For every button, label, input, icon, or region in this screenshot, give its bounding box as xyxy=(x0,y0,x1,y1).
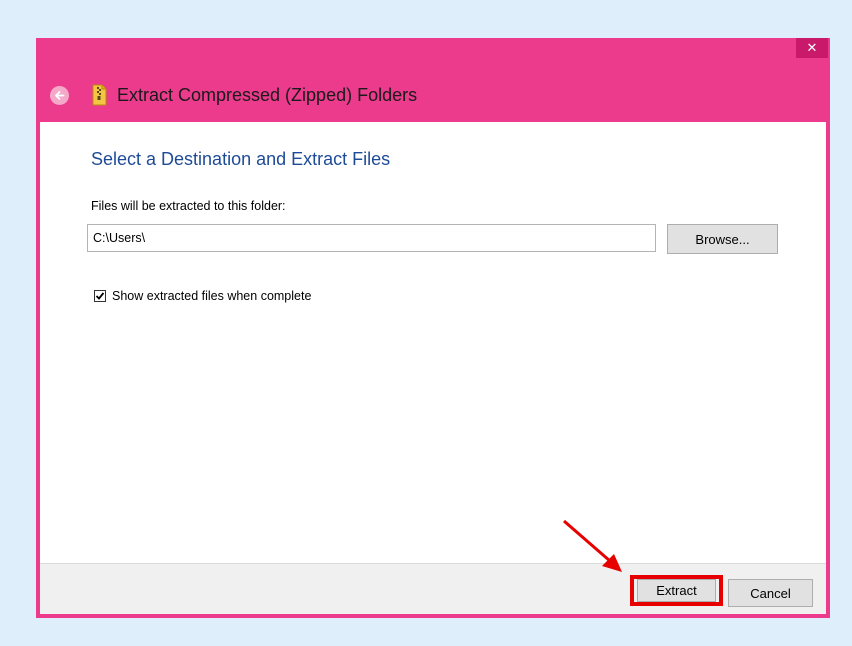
extract-button[interactable]: Extract xyxy=(637,579,716,602)
close-icon: ✕ xyxy=(806,40,818,55)
show-files-checkbox[interactable] xyxy=(94,290,106,302)
back-arrow-icon xyxy=(55,91,65,100)
extract-dialog-window: ✕ Extract Compressed (Zipped) Folders Se… xyxy=(36,38,830,618)
destination-label: Files will be extracted to this folder: xyxy=(91,199,286,213)
destination-path-input[interactable] xyxy=(87,224,656,252)
checkmark-icon xyxy=(95,292,105,300)
show-files-option[interactable]: Show extracted files when complete xyxy=(94,289,311,303)
show-files-label: Show extracted files when complete xyxy=(112,289,312,303)
window-title: Extract Compressed (Zipped) Folders xyxy=(117,85,418,105)
dialog-content: Select a Destination and Extract Files F… xyxy=(40,122,826,563)
browse-button[interactable]: Browse... xyxy=(667,224,778,254)
dialog-footer: Extract Cancel xyxy=(40,563,826,614)
page-heading: Select a Destination and Extract Files xyxy=(91,149,391,169)
cancel-button[interactable]: Cancel xyxy=(728,579,813,607)
close-button[interactable]: ✕ xyxy=(796,38,828,58)
back-button[interactable] xyxy=(50,86,69,105)
annotation-arrow xyxy=(563,519,622,572)
zip-folder-icon xyxy=(92,84,107,106)
